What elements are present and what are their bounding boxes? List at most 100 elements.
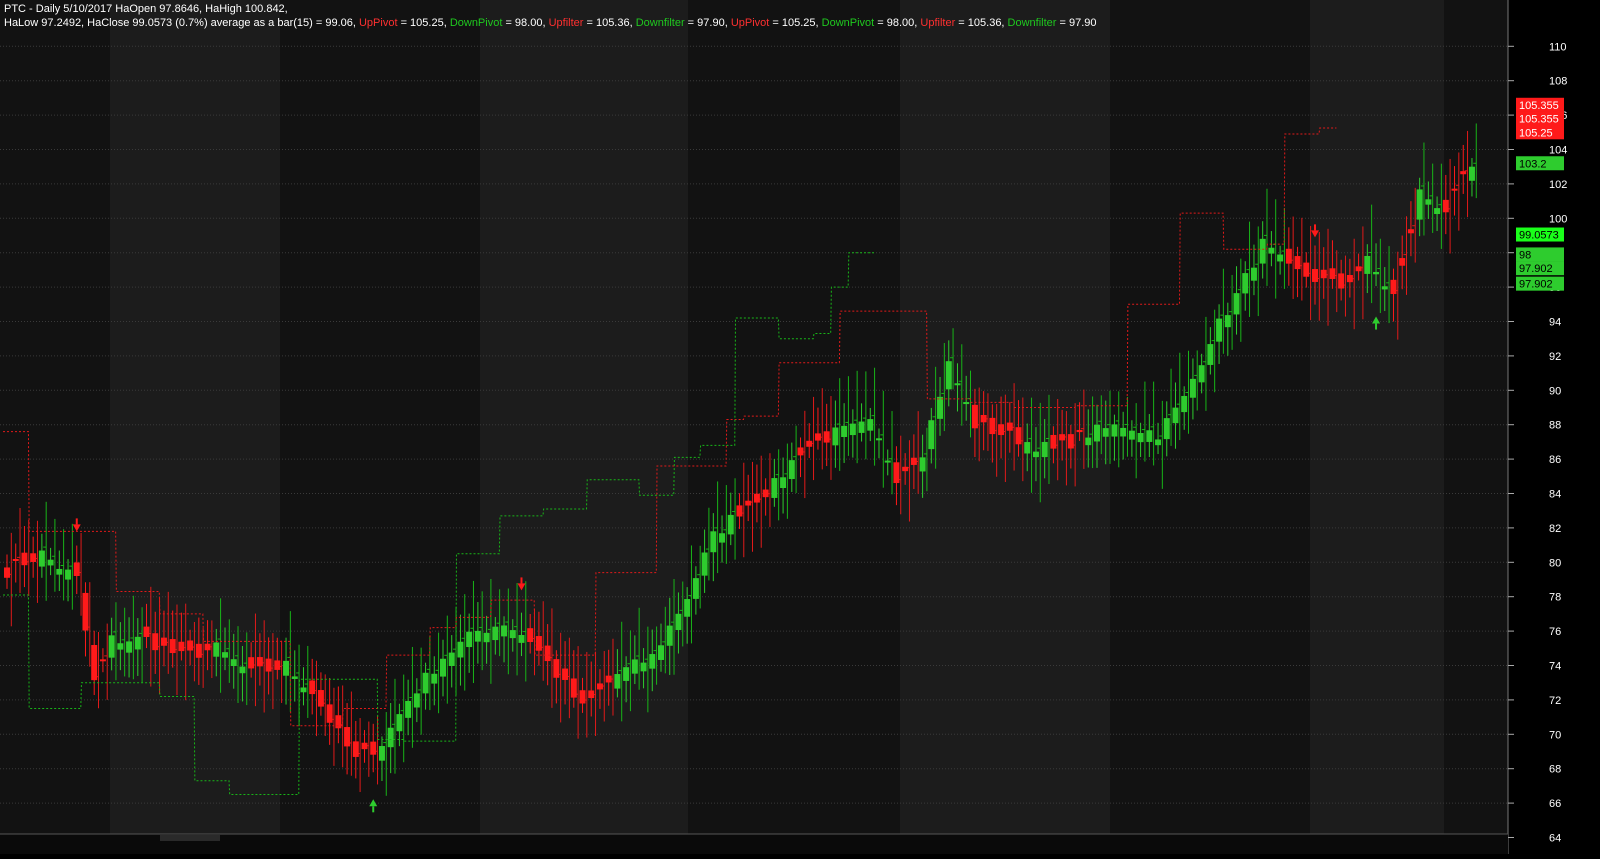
header-part: = 97.90, bbox=[684, 17, 731, 29]
candle-body bbox=[1460, 171, 1467, 175]
candle-body bbox=[1032, 451, 1039, 458]
candle-body bbox=[213, 642, 220, 657]
candle-body bbox=[1416, 189, 1423, 220]
y-tick-label: 74 bbox=[1549, 661, 1561, 673]
candle-body bbox=[178, 641, 185, 652]
candle-body bbox=[570, 678, 577, 698]
candle-body bbox=[352, 741, 359, 757]
candle-body bbox=[1085, 437, 1092, 446]
candle-body bbox=[12, 558, 19, 561]
candle-body bbox=[788, 460, 795, 480]
candle-body bbox=[126, 641, 133, 653]
header-part: DownPivot bbox=[449, 17, 503, 29]
candle-body bbox=[1050, 434, 1057, 449]
candle-body bbox=[867, 419, 874, 431]
candle-body bbox=[544, 645, 551, 662]
x-axis-strip bbox=[0, 834, 1508, 854]
candle-body bbox=[21, 552, 28, 566]
candle-body bbox=[91, 645, 98, 681]
candle-body bbox=[73, 562, 80, 576]
candle-body bbox=[440, 658, 446, 677]
header-part: Downfilter bbox=[635, 17, 685, 29]
chart-area[interactable]: 6466687072747678808284868890929496981001… bbox=[0, 0, 1600, 854]
candle-body bbox=[753, 493, 760, 503]
candle-body bbox=[230, 659, 237, 667]
y-tick-label: 94 bbox=[1549, 317, 1561, 329]
candle-body bbox=[1434, 208, 1441, 215]
candle-body bbox=[117, 643, 124, 650]
scroll-thumb bbox=[160, 835, 220, 841]
price-label: 97.902 bbox=[1519, 279, 1553, 291]
candle-body bbox=[1172, 407, 1179, 424]
candle-body bbox=[1120, 427, 1127, 437]
candle-body bbox=[378, 746, 385, 761]
candle-body bbox=[1303, 262, 1310, 277]
candle-body bbox=[937, 396, 944, 419]
candle-body bbox=[623, 667, 630, 681]
candle-body bbox=[980, 414, 987, 423]
candle-body bbox=[1059, 434, 1066, 441]
candle-body bbox=[169, 639, 176, 654]
candle-body bbox=[387, 727, 394, 748]
price-label: 98 bbox=[1519, 249, 1531, 261]
candle-body bbox=[1250, 267, 1257, 281]
price-chart[interactable]: 6466687072747678808284868890929496981001… bbox=[0, 0, 1600, 854]
candle-body bbox=[1329, 268, 1336, 279]
candle-body bbox=[457, 641, 464, 658]
candle-body bbox=[1242, 273, 1249, 294]
candle-body bbox=[710, 531, 717, 553]
candle-body bbox=[82, 592, 89, 631]
candle-body bbox=[666, 625, 673, 646]
candle-body bbox=[1207, 344, 1214, 365]
candle-body bbox=[1442, 199, 1449, 213]
candle-body bbox=[1146, 430, 1153, 442]
candle-body bbox=[239, 666, 246, 674]
background-band bbox=[1110, 0, 1310, 834]
candle-body bbox=[1451, 188, 1458, 191]
candle-body bbox=[797, 447, 804, 456]
candle-body bbox=[1259, 238, 1266, 264]
candle-body bbox=[1285, 248, 1292, 264]
candle-body bbox=[562, 668, 569, 680]
candle-body bbox=[1006, 422, 1013, 431]
candle-body bbox=[509, 630, 516, 639]
candle-body bbox=[518, 635, 525, 643]
price-label: 97.902 bbox=[1519, 263, 1553, 275]
price-label: 105.355 bbox=[1519, 114, 1559, 126]
background-band bbox=[1310, 0, 1444, 834]
candle-body bbox=[640, 662, 647, 672]
candle-body bbox=[344, 727, 351, 747]
header-part: = 105.36, bbox=[955, 17, 1008, 29]
candle-body bbox=[283, 660, 290, 676]
candle-body bbox=[248, 657, 255, 669]
candle-body bbox=[1094, 424, 1100, 442]
header-part: = 105.25, bbox=[769, 17, 822, 29]
candle-body bbox=[134, 636, 141, 650]
candle-body bbox=[928, 420, 935, 450]
candle-body bbox=[893, 462, 900, 484]
candle-body bbox=[814, 433, 821, 441]
candle-body bbox=[1390, 279, 1397, 295]
y-tick-label: 66 bbox=[1549, 798, 1561, 810]
candle-body bbox=[823, 431, 830, 443]
candle-body bbox=[99, 659, 106, 662]
candle-body bbox=[256, 657, 263, 667]
candle-body bbox=[431, 673, 438, 684]
candle-body bbox=[614, 674, 621, 689]
header-part: = 97.90 bbox=[1056, 17, 1097, 29]
candle-body bbox=[1425, 199, 1432, 205]
header-part: HaLow 97.2492, HaClose 99.0573 (0.7%) av… bbox=[4, 17, 359, 29]
background-band bbox=[480, 0, 688, 834]
candle-body bbox=[1181, 395, 1188, 413]
y-tick-label: 80 bbox=[1549, 557, 1561, 569]
candle-body bbox=[675, 613, 682, 631]
y-tick-label: 72 bbox=[1549, 695, 1561, 707]
candle-body bbox=[361, 742, 368, 750]
candle-body bbox=[945, 361, 952, 390]
candle-body bbox=[954, 383, 961, 386]
candle-body bbox=[902, 466, 909, 472]
candle-body bbox=[38, 550, 45, 567]
candle-body bbox=[1015, 427, 1022, 445]
candle-body bbox=[65, 569, 72, 580]
candle-body bbox=[841, 425, 848, 437]
